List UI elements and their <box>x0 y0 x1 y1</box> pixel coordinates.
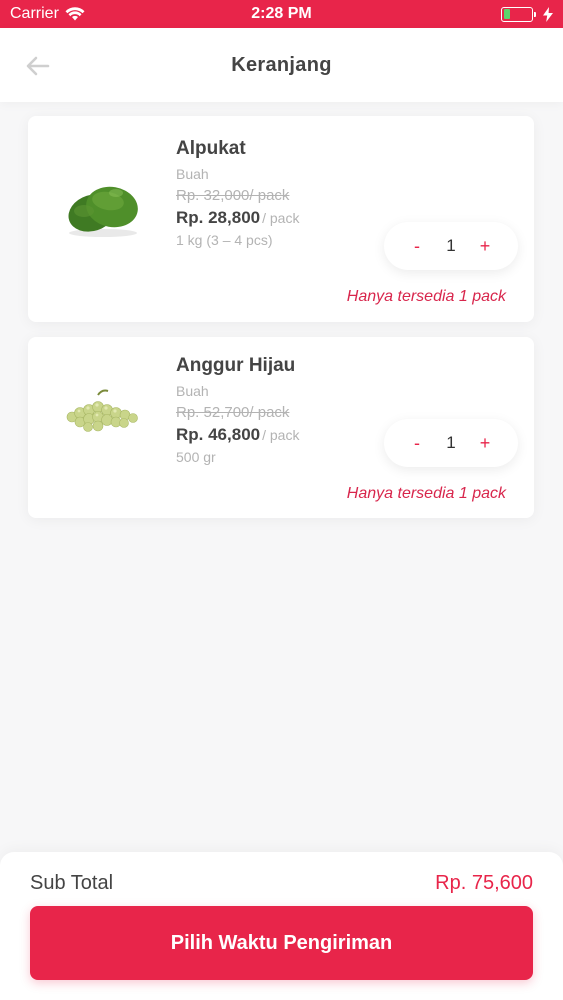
choose-delivery-time-button[interactable]: Pilih Waktu Pengiriman <box>30 906 533 980</box>
quantity-stepper: - 1 + <box>384 419 518 467</box>
increment-button[interactable]: + <box>478 433 492 454</box>
wifi-icon <box>65 7 85 21</box>
charging-bolt-icon <box>543 6 553 22</box>
product-name: Alpukat <box>176 138 246 159</box>
back-button[interactable] <box>22 50 54 82</box>
increment-button[interactable]: + <box>478 236 492 257</box>
battery-icon <box>501 6 536 22</box>
price-unit: / pack <box>262 210 300 226</box>
cart-item-anggur-hijau: Anggur Hijau Buah Rp. 52,700/ pack Rp. 4… <box>28 337 534 518</box>
stock-note: Hanya tersedia 1 pack <box>346 485 506 502</box>
original-price: Rp. 32,000/ pack <box>176 187 299 204</box>
quantity-stepper: - 1 + <box>384 222 518 270</box>
page-title: Keranjang <box>231 53 332 76</box>
original-price-unit: / pack <box>249 187 290 204</box>
subtotal-value: Rp. 75,600 <box>435 872 533 894</box>
stock-note: Hanya tersedia 1 pack <box>346 288 506 305</box>
original-price-unit: / pack <box>249 404 290 421</box>
original-price: Rp. 52,700/ pack <box>176 404 299 421</box>
status-left: Carrier <box>10 5 85 23</box>
product-price: Rp. 28,800 <box>176 208 261 227</box>
arrow-left-icon <box>26 56 50 76</box>
price-line: Rp. 46,800 / pack <box>176 425 299 445</box>
original-price-value: Rp. 52,700 <box>176 404 250 421</box>
battery-level <box>503 9 511 19</box>
product-category: Buah <box>176 383 209 399</box>
cart-item-alpukat: Alpukat Buah Rp. 32,000/ pack Rp. 28,800… <box>28 116 534 322</box>
status-bar: Carrier 2:28 PM <box>0 0 563 28</box>
quantity-value: 1 <box>446 236 456 255</box>
status-right <box>501 6 553 22</box>
carrier-name: Carrier <box>10 5 59 22</box>
product-weight: 500 gr <box>176 449 216 465</box>
product-weight: 1 kg (3 – 4 pcs) <box>176 232 273 248</box>
product-category: Buah <box>176 166 209 182</box>
price-unit: / pack <box>262 427 300 443</box>
quantity-value: 1 <box>446 433 456 452</box>
decrement-button[interactable]: - <box>410 236 424 257</box>
checkout-footer: Sub Total Rp. 75,600 Pilih Waktu Pengiri… <box>0 852 563 1000</box>
product-info: Alpukat Buah Rp. 32,000/ pack Rp. 28,800… <box>176 138 299 248</box>
green-grapes-icon <box>66 389 138 432</box>
header: Keranjang <box>0 28 563 102</box>
product-info: Anggur Hijau Buah Rp. 52,700/ pack Rp. 4… <box>176 355 299 465</box>
decrement-button[interactable]: - <box>410 433 424 454</box>
price-line: Rp. 28,800 / pack <box>176 208 299 228</box>
avocado-icon <box>68 186 138 237</box>
product-price: Rp. 46,800 <box>176 425 261 444</box>
original-price-value: Rp. 32,000 <box>176 187 250 204</box>
product-name: Anggur Hijau <box>176 355 296 376</box>
subtotal-label: Sub Total <box>30 872 114 894</box>
